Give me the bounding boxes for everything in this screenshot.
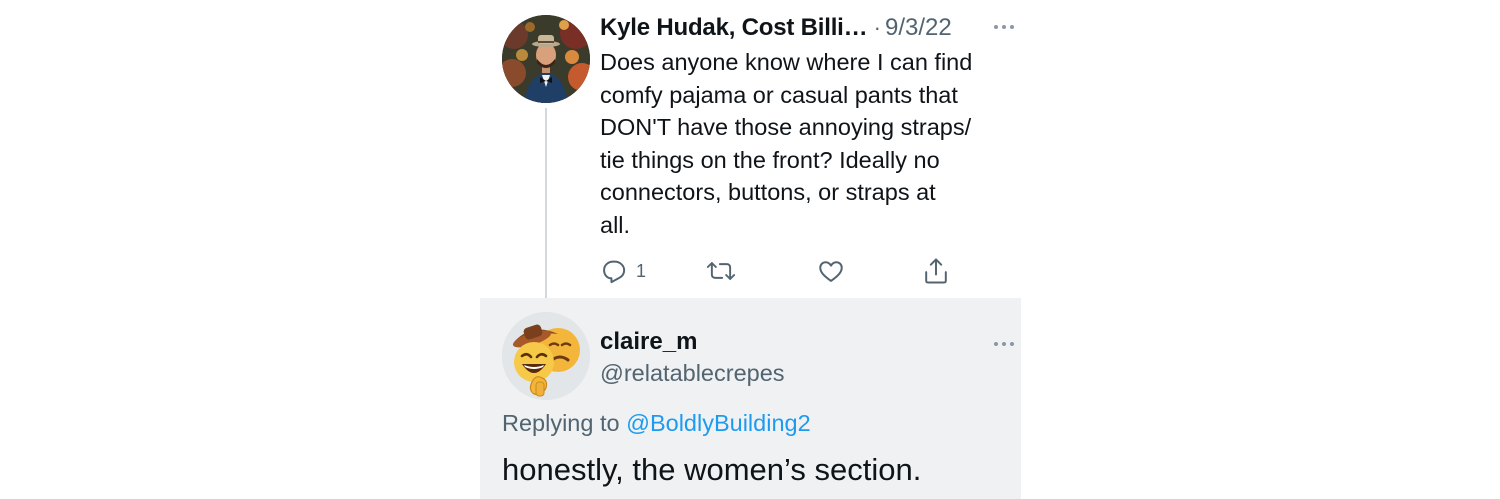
reply-tweet[interactable]: claire_m @relatablecrepes Replying to @B…: [480, 298, 1021, 499]
avatar-photo-kyle: [502, 15, 590, 103]
reply-icon: [600, 257, 628, 285]
replying-to-label: Replying to: [502, 410, 620, 436]
avatar[interactable]: [502, 312, 590, 400]
tweet-text: Does anyone know where I can find comfy …: [600, 49, 973, 238]
replying-to-line: Replying to @BoldlyBuilding2: [502, 410, 811, 437]
tweet-date[interactable]: 9/3/22: [885, 14, 952, 42]
reply-text: honestly, the women’s section.: [502, 452, 922, 487]
like-icon: [816, 257, 846, 285]
tweet-header: Kyle Hudak, Cost Billi… · 9/3/22: [600, 13, 1010, 43]
parent-tweet[interactable]: Kyle Hudak, Cost Billi… · 9/3/22 Does an…: [480, 0, 1021, 300]
avatar-emoji-claire: [502, 312, 590, 400]
replying-to-mention-link[interactable]: @BoldlyBuilding2: [626, 410, 811, 436]
more-icon[interactable]: [991, 17, 1017, 37]
tweet-actions: 1: [600, 255, 960, 287]
avatar[interactable]: [502, 15, 590, 103]
share-icon: [922, 256, 950, 286]
thread-connector-line: [545, 108, 547, 300]
name-truncation: …: [843, 14, 868, 41]
reply-count: 1: [636, 260, 647, 281]
like-button[interactable]: [816, 255, 846, 287]
reply-button[interactable]: 1: [600, 255, 646, 287]
reply-handle[interactable]: @relatablecrepes: [600, 360, 785, 387]
tweet-thread-page: Kyle Hudak, Cost Billi… · 9/3/22 Does an…: [0, 0, 1500, 499]
more-icon[interactable]: [991, 334, 1017, 354]
retweet-icon: [705, 257, 737, 285]
share-button[interactable]: [922, 255, 950, 287]
reply-display-name[interactable]: claire_m: [600, 328, 697, 356]
author-name[interactable]: Kyle Hudak, Cost Billi: [600, 14, 844, 42]
separator-dot: ·: [873, 15, 881, 40]
retweet-button[interactable]: [705, 255, 737, 287]
